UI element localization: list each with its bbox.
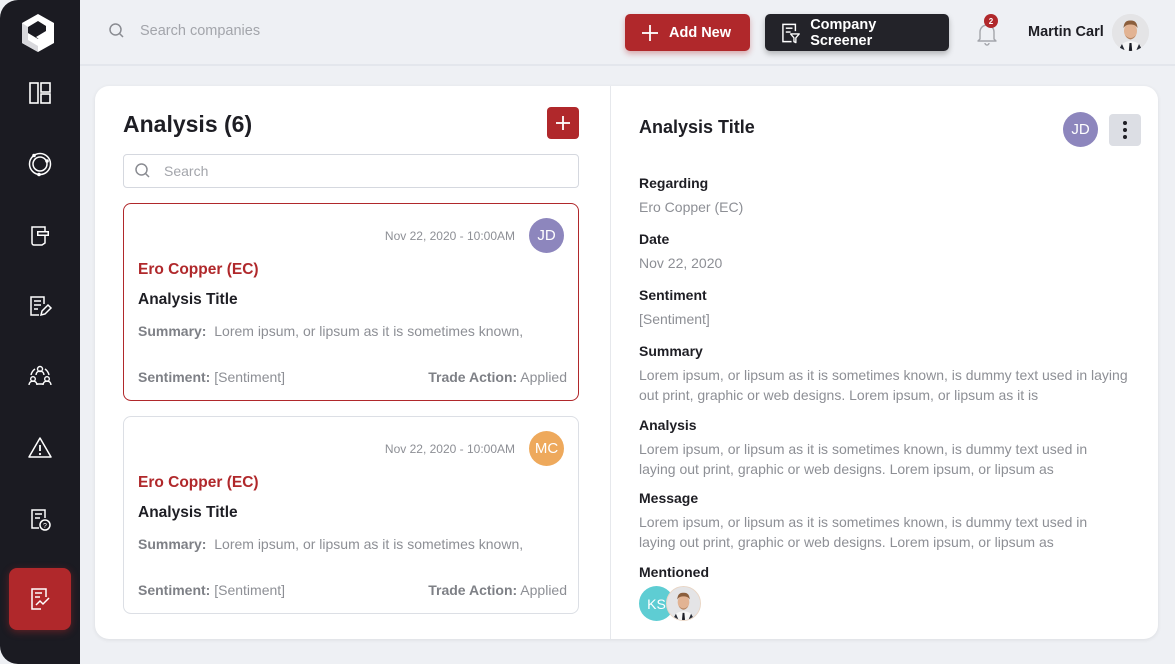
search-icon bbox=[109, 23, 124, 38]
card-sentiment: Sentiment: [Sentiment] bbox=[138, 582, 285, 598]
company-search-input[interactable] bbox=[140, 23, 440, 39]
sentiment-label: Sentiment: bbox=[138, 582, 211, 598]
field-value: Lorem ipsum, or lipsum as it is sometime… bbox=[639, 441, 1088, 477]
sidebar-item-orbit[interactable] bbox=[9, 133, 71, 195]
card-summary: Summary: Lorem ipsum, or lipsum as it is… bbox=[138, 536, 523, 552]
sentiment-value: [Sentiment] bbox=[214, 369, 286, 385]
field-mentioned: Mentioned bbox=[639, 564, 1134, 580]
card-sentiment: Sentiment: [Sentiment] bbox=[138, 369, 285, 385]
sidebar-item-news[interactable] bbox=[9, 204, 71, 266]
field-label: Message bbox=[639, 490, 699, 506]
card-title: Analysis Title bbox=[138, 504, 238, 521]
dashboard-icon bbox=[29, 82, 51, 104]
field-value: Ero Copper (EC) bbox=[639, 199, 744, 215]
trade-action-label: Trade Action: bbox=[428, 582, 518, 598]
field-regarding: Regarding Ero Copper (EC) bbox=[639, 175, 1134, 217]
svg-text:?: ? bbox=[43, 523, 47, 530]
field-value: Nov 22, 2020 bbox=[639, 255, 723, 271]
card-trade-action: Trade Action: Applied bbox=[428, 582, 567, 598]
author-avatar: MC bbox=[529, 431, 564, 466]
field-message: Message Lorem ipsum, or lipsum as it is … bbox=[639, 490, 1114, 552]
field-label: Date bbox=[639, 231, 670, 247]
analysis-document-icon bbox=[31, 588, 50, 610]
sidebar-item-analysis[interactable] bbox=[9, 568, 71, 630]
company-search[interactable] bbox=[108, 22, 440, 40]
field-value: [Sentiment] bbox=[639, 311, 710, 327]
analysis-list-pane: Analysis (6) Nov 22, 2020 - 10:00AM JD E… bbox=[95, 86, 611, 639]
sidebar-item-dashboard[interactable] bbox=[9, 62, 71, 124]
field-value: Lorem ipsum, or lipsum as it is sometime… bbox=[639, 514, 1088, 550]
analysis-detail-pane: Analysis Title JD Regarding Ero Copper (… bbox=[611, 86, 1158, 639]
news-icon bbox=[31, 226, 49, 246]
author-avatar: JD bbox=[1063, 112, 1098, 147]
notes-edit-icon bbox=[30, 296, 53, 317]
add-new-button[interactable]: Add New bbox=[625, 14, 750, 51]
analysis-card[interactable]: Nov 22, 2020 - 10:00AM JD Ero Copper (EC… bbox=[123, 203, 579, 401]
sidebar-item-alerts[interactable] bbox=[9, 417, 71, 479]
sidebar-item-network[interactable] bbox=[9, 346, 71, 408]
trade-action-label: Trade Action: bbox=[428, 369, 518, 385]
sidebar-item-questions[interactable]: ? bbox=[9, 488, 71, 550]
analysis-panel: Analysis (6) Nov 22, 2020 - 10:00AM JD E… bbox=[95, 86, 1158, 639]
field-value: Lorem ipsum, or lipsum as it is sometime… bbox=[639, 367, 1128, 403]
document-question-icon: ? bbox=[31, 509, 51, 531]
summary-label: Summary: bbox=[138, 323, 207, 339]
sidebar: ? bbox=[0, 0, 80, 664]
kebab-dot bbox=[1123, 135, 1127, 139]
brand-logo-icon[interactable] bbox=[18, 12, 58, 54]
user-avatar[interactable] bbox=[1112, 14, 1149, 51]
card-company[interactable]: Ero Copper (EC) bbox=[138, 474, 259, 492]
search-icon bbox=[135, 163, 150, 178]
mentioned-avatars: KS bbox=[639, 586, 701, 621]
analysis-card[interactable]: Nov 22, 2020 - 10:00AM MC Ero Copper (EC… bbox=[123, 416, 579, 614]
analysis-search-input[interactable] bbox=[164, 163, 564, 179]
card-timestamp: Nov 22, 2020 - 10:00AM bbox=[384, 442, 515, 456]
summary-text: Lorem ipsum, or lipsum as it is sometime… bbox=[214, 323, 524, 339]
plus-icon bbox=[556, 116, 570, 130]
network-people-icon bbox=[28, 365, 52, 386]
card-trade-action: Trade Action: Applied bbox=[428, 369, 567, 385]
company-screener-label: Company Screener bbox=[810, 16, 877, 49]
kebab-dot bbox=[1123, 128, 1127, 132]
trade-action-value: Applied bbox=[520, 582, 567, 598]
sidebar-item-notes[interactable] bbox=[9, 275, 71, 337]
company-screener-button[interactable]: Company Screener bbox=[765, 14, 949, 51]
field-label: Summary bbox=[639, 343, 703, 359]
user-photo-icon bbox=[667, 587, 700, 620]
orbit-icon bbox=[28, 152, 52, 177]
trade-action-value: Applied bbox=[520, 369, 567, 385]
user-name[interactable]: Martin Carl bbox=[1028, 24, 1104, 40]
kebab-dot bbox=[1123, 121, 1127, 125]
notification-badge: 2 bbox=[984, 14, 998, 28]
author-avatar: JD bbox=[529, 218, 564, 253]
plus-icon bbox=[642, 24, 658, 41]
field-label: Sentiment bbox=[639, 287, 707, 303]
card-timestamp: Nov 22, 2020 - 10:00AM bbox=[384, 229, 515, 243]
field-label: Regarding bbox=[639, 175, 709, 191]
sentiment-label: Sentiment: bbox=[138, 369, 211, 385]
field-sentiment: Sentiment [Sentiment] bbox=[639, 287, 1134, 329]
mentioned-avatar[interactable] bbox=[666, 586, 701, 621]
list-title: Analysis (6) bbox=[123, 111, 253, 137]
top-bar: Add New Company Screener 2 Martin Carl bbox=[80, 0, 1175, 66]
field-summary: Summary Lorem ipsum, or lipsum as it is … bbox=[639, 343, 1134, 405]
detail-title: Analysis Title bbox=[639, 117, 755, 137]
summary-label: Summary: bbox=[138, 536, 207, 552]
filter-document-icon bbox=[782, 23, 800, 43]
sentiment-value: [Sentiment] bbox=[214, 582, 286, 598]
summary-text: Lorem ipsum, or lipsum as it is sometime… bbox=[214, 536, 524, 552]
add-new-label: Add New bbox=[669, 24, 732, 41]
field-label: Mentioned bbox=[639, 564, 709, 580]
field-date: Date Nov 22, 2020 bbox=[639, 231, 1134, 273]
card-title: Analysis Title bbox=[138, 291, 238, 308]
analysis-search[interactable] bbox=[123, 154, 579, 188]
field-analysis: Analysis Lorem ipsum, or lipsum as it is… bbox=[639, 417, 1114, 479]
card-summary: Summary: Lorem ipsum, or lipsum as it is… bbox=[138, 323, 523, 339]
more-options-button[interactable] bbox=[1109, 114, 1141, 146]
warning-icon bbox=[28, 437, 52, 458]
card-company[interactable]: Ero Copper (EC) bbox=[138, 261, 259, 279]
field-label: Analysis bbox=[639, 417, 697, 433]
add-analysis-button[interactable] bbox=[547, 107, 579, 139]
user-photo-icon bbox=[1112, 14, 1149, 51]
